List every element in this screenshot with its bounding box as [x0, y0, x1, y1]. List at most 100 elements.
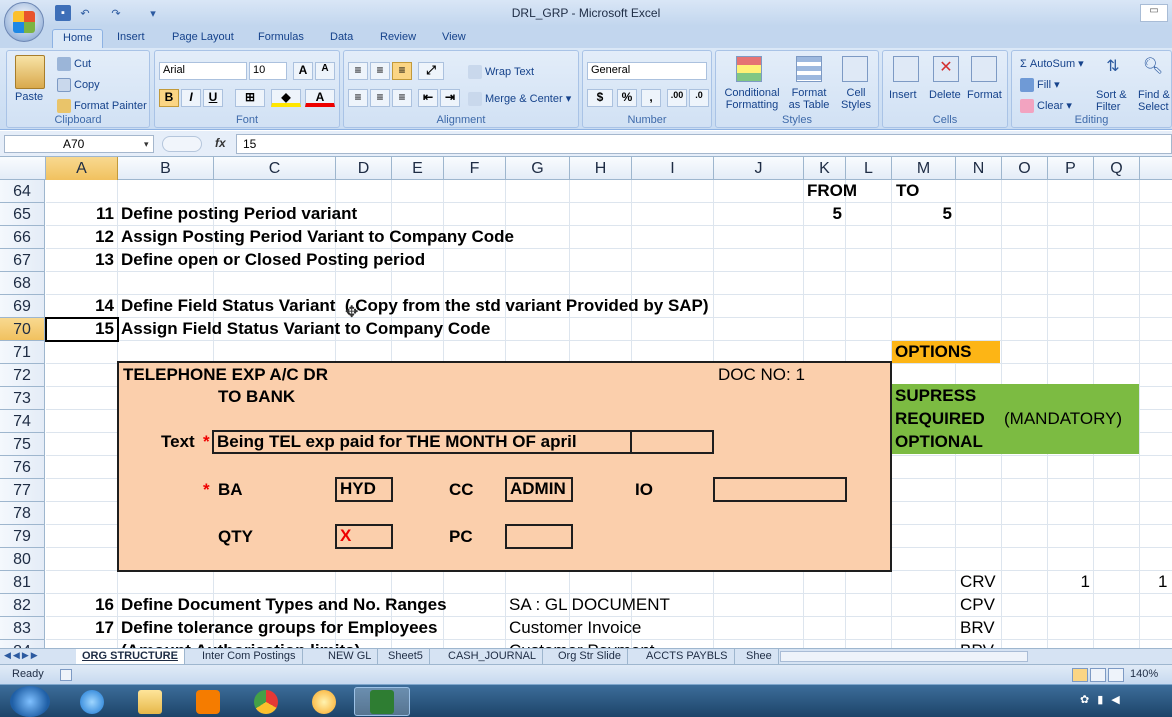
align-top-button[interactable]: ≡	[348, 62, 368, 80]
cell-value[interactable]: 1	[1048, 571, 1090, 593]
column-header[interactable]: L	[846, 157, 892, 180]
copy-button[interactable]: Copy	[57, 78, 100, 92]
required-cell[interactable]: REQUIRED	[895, 408, 985, 430]
font-color-button[interactable]: A	[305, 89, 335, 107]
column-header[interactable]: F	[444, 157, 506, 180]
tab-home[interactable]: Home	[52, 29, 104, 48]
clear-button[interactable]: Clear ▾	[1020, 99, 1072, 114]
column-header[interactable]: E	[392, 157, 444, 180]
align-left-button[interactable]: ≡	[348, 89, 368, 107]
shrink-font-button[interactable]: A	[315, 62, 335, 80]
row-header[interactable]: 78	[0, 502, 45, 525]
tray-app-icon[interactable]: ✿	[1080, 693, 1089, 709]
fill-button[interactable]: Fill ▾	[1020, 78, 1060, 93]
window-controls[interactable]: ▭	[1140, 4, 1168, 22]
column-header[interactable]: J	[714, 157, 804, 180]
merge-center-button[interactable]: Merge & Center ▾	[468, 92, 571, 107]
active-cell[interactable]: 15	[46, 318, 114, 340]
formula-bar-splitter[interactable]	[162, 136, 202, 152]
row-header[interactable]: 74	[0, 410, 45, 433]
formula-input[interactable]: 15	[236, 134, 1172, 154]
orientation-button[interactable]: ⤢	[418, 62, 444, 80]
sheet-tab[interactable]: CASH_JOURNAL	[442, 649, 544, 665]
row-header[interactable]: 80	[0, 548, 45, 571]
quantity-field[interactable]: X	[335, 524, 393, 549]
fill-color-button[interactable]: ◆	[271, 89, 301, 107]
network-icon[interactable]: ▮	[1097, 693, 1103, 709]
sheet-tab[interactable]: Sheet5	[382, 649, 430, 665]
row-header[interactable]: 65	[0, 203, 45, 226]
text-field-extension[interactable]	[630, 430, 714, 454]
align-center-button[interactable]: ≡	[370, 89, 390, 107]
cell-to-header[interactable]: TO	[896, 180, 919, 202]
row-header[interactable]: 81	[0, 571, 45, 594]
wrap-text-button[interactable]: Wrap Text	[468, 65, 534, 79]
posting-form-shape[interactable]: TELEPHONE EXP A/C DR TO BANK DOC NO: 1 T…	[117, 361, 892, 572]
sort-filter-button[interactable]: Sort & Filter	[1096, 89, 1127, 113]
tab-page-layout[interactable]: Page Layout	[162, 29, 244, 48]
format-button[interactable]: Format	[967, 89, 1002, 101]
decrease-indent-button[interactable]: ⇤	[418, 89, 438, 107]
font-name-combo[interactable]: Arial	[159, 62, 247, 80]
undo-icon[interactable]: ↶	[77, 5, 93, 21]
cell-step-text[interactable]: Define posting Period variant	[121, 203, 357, 225]
row-header[interactable]: 73	[0, 387, 45, 410]
tab-data[interactable]: Data	[320, 29, 363, 48]
row-header[interactable]: 67	[0, 249, 45, 272]
conditional-formatting-button[interactable]: Conditional Formatting	[720, 87, 784, 111]
cell-step-number[interactable]: 13	[46, 249, 114, 271]
tab-view[interactable]: View	[432, 29, 476, 48]
row-header[interactable]: 71	[0, 341, 45, 364]
save-icon[interactable]: ▪	[55, 5, 71, 21]
options-cell[interactable]: OPTIONS	[892, 341, 1000, 363]
column-header[interactable]: H	[570, 157, 632, 180]
taskbar-excel[interactable]	[354, 687, 410, 716]
column-header[interactable]: D	[336, 157, 392, 180]
insert-function-icon[interactable]: fx	[215, 136, 226, 150]
office-button[interactable]	[4, 2, 44, 42]
select-all-button[interactable]	[0, 157, 46, 180]
row-header[interactable]: 83	[0, 617, 45, 640]
column-header[interactable]: G	[506, 157, 570, 180]
customize-toolbar-icon[interactable]: ▾	[145, 5, 161, 21]
row-header[interactable]: 77	[0, 479, 45, 502]
taskbar-app[interactable]	[296, 687, 352, 716]
increase-decimal-button[interactable]: .00	[667, 89, 687, 107]
insert-button[interactable]: Insert	[889, 89, 917, 101]
tab-insert[interactable]: Insert	[107, 29, 155, 48]
align-right-button[interactable]: ≡	[392, 89, 412, 107]
cell-value[interactable]: 1	[1158, 571, 1167, 593]
column-header[interactable]: C	[214, 157, 336, 180]
bold-button[interactable]: B	[159, 89, 179, 107]
profit-center-field[interactable]	[505, 524, 573, 549]
redo-icon[interactable]: ↷	[108, 5, 124, 21]
cell-from-value[interactable]: 5	[804, 203, 842, 225]
format-painter-button[interactable]: Format Painter	[57, 99, 147, 113]
column-header[interactable]: Q	[1094, 157, 1140, 180]
tab-formulas[interactable]: Formulas	[248, 29, 314, 48]
cell-voucher-type[interactable]: BPV	[960, 640, 994, 648]
column-header[interactable]: M	[892, 157, 956, 180]
sheet-tab[interactable]: Shee	[740, 649, 779, 665]
cell-document-type[interactable]: Customer Payment	[509, 640, 655, 648]
sheet-tab[interactable]: ORG STRUCTURE	[76, 649, 185, 665]
optional-cell[interactable]: OPTIONAL	[895, 431, 983, 453]
column-header[interactable]: A	[46, 157, 118, 180]
column-header[interactable]: I	[632, 157, 714, 180]
taskbar-chrome[interactable]	[238, 687, 294, 716]
cell-document-type[interactable]: SA : GL DOCUMENT	[509, 594, 670, 616]
cell-to-value[interactable]: 5	[892, 203, 952, 225]
row-header[interactable]: 84	[0, 640, 45, 648]
normal-view-icon[interactable]	[1072, 668, 1088, 682]
decrease-decimal-button[interactable]: .0	[689, 89, 709, 107]
cell-step-text[interactable]: Define Document Types and No. Ranges	[121, 594, 447, 616]
column-header[interactable]: P	[1048, 157, 1094, 180]
italic-button[interactable]: I	[181, 89, 201, 107]
cell-from-header[interactable]: FROM	[807, 180, 857, 202]
currency-button[interactable]: $	[587, 89, 613, 107]
text-field[interactable]: Being TEL exp paid for THE MONTH OF apri…	[212, 430, 632, 454]
find-select-button[interactable]: Find & Select	[1138, 89, 1170, 113]
cell-voucher-type[interactable]: CPV	[960, 594, 995, 616]
borders-button[interactable]: ⊞	[235, 89, 265, 107]
page-layout-view-icon[interactable]	[1090, 668, 1106, 682]
